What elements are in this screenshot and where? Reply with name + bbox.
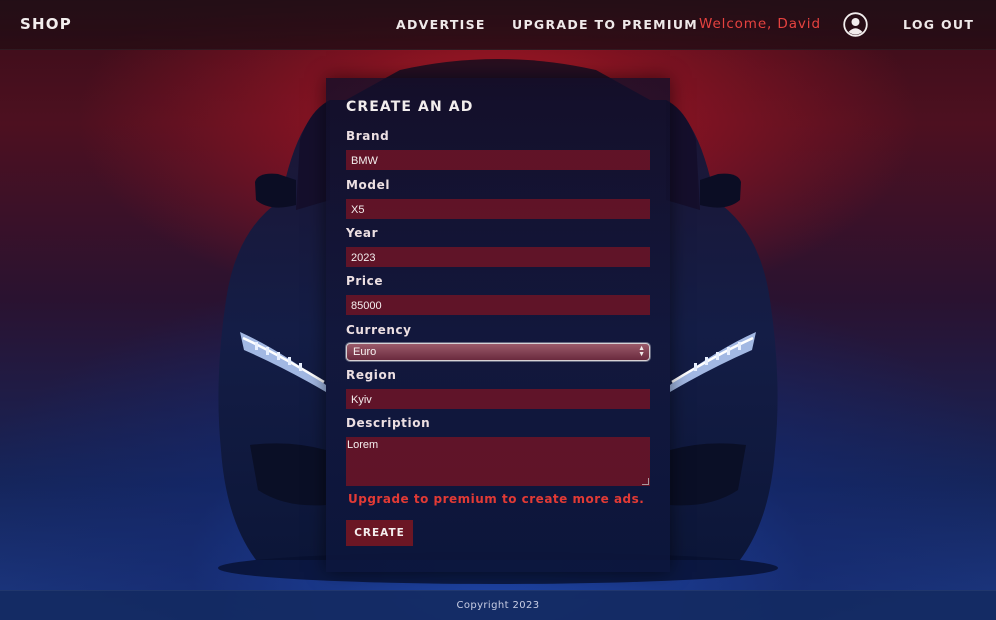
create-ad-panel: CREATE AN AD Brand BMW Model X5 Year 202… <box>326 78 670 572</box>
description-label: Description <box>346 416 431 430</box>
footer: Copyright 2023 <box>0 590 996 620</box>
brand-input[interactable]: BMW <box>346 150 650 170</box>
create-button[interactable]: CREATE <box>346 520 413 546</box>
model-input[interactable]: X5 <box>346 199 650 219</box>
region-label: Region <box>346 368 397 382</box>
nav-advertise-link[interactable]: ADVERTISE <box>396 17 486 32</box>
nav-upgrade-link[interactable]: UPGRADE TO PREMIUM <box>512 17 698 32</box>
year-label: Year <box>346 226 379 240</box>
copyright-text: Copyright 2023 <box>456 600 540 611</box>
resize-grip-icon[interactable] <box>642 478 649 485</box>
currency-selected-value: Euro <box>353 346 377 358</box>
brand-label: Brand <box>346 129 390 143</box>
price-label: Price <box>346 274 384 288</box>
description-textarea[interactable]: Lorem <box>346 437 650 486</box>
site-logo[interactable]: SHOP <box>20 15 72 33</box>
model-label: Model <box>346 178 391 192</box>
currency-label: Currency <box>346 323 412 337</box>
upgrade-warning: Upgrade to premium to create more ads. <box>348 492 645 506</box>
panel-title: CREATE AN AD <box>346 99 474 115</box>
currency-select[interactable]: Euro ▲ ▼ <box>346 343 650 361</box>
region-input[interactable]: Kyiv <box>346 389 650 409</box>
select-arrows-icon: ▲ ▼ <box>638 345 645 358</box>
description-text: Lorem <box>347 439 379 451</box>
user-circle-icon[interactable] <box>843 12 868 37</box>
price-input[interactable]: 85000 <box>346 295 650 315</box>
top-nav-bar: SHOP ADVERTISE UPGRADE TO PREMIUM Welcom… <box>0 0 996 50</box>
logout-link[interactable]: LOG OUT <box>903 17 974 32</box>
welcome-text: Welcome, David <box>699 16 821 32</box>
year-input[interactable]: 2023 <box>346 247 650 267</box>
